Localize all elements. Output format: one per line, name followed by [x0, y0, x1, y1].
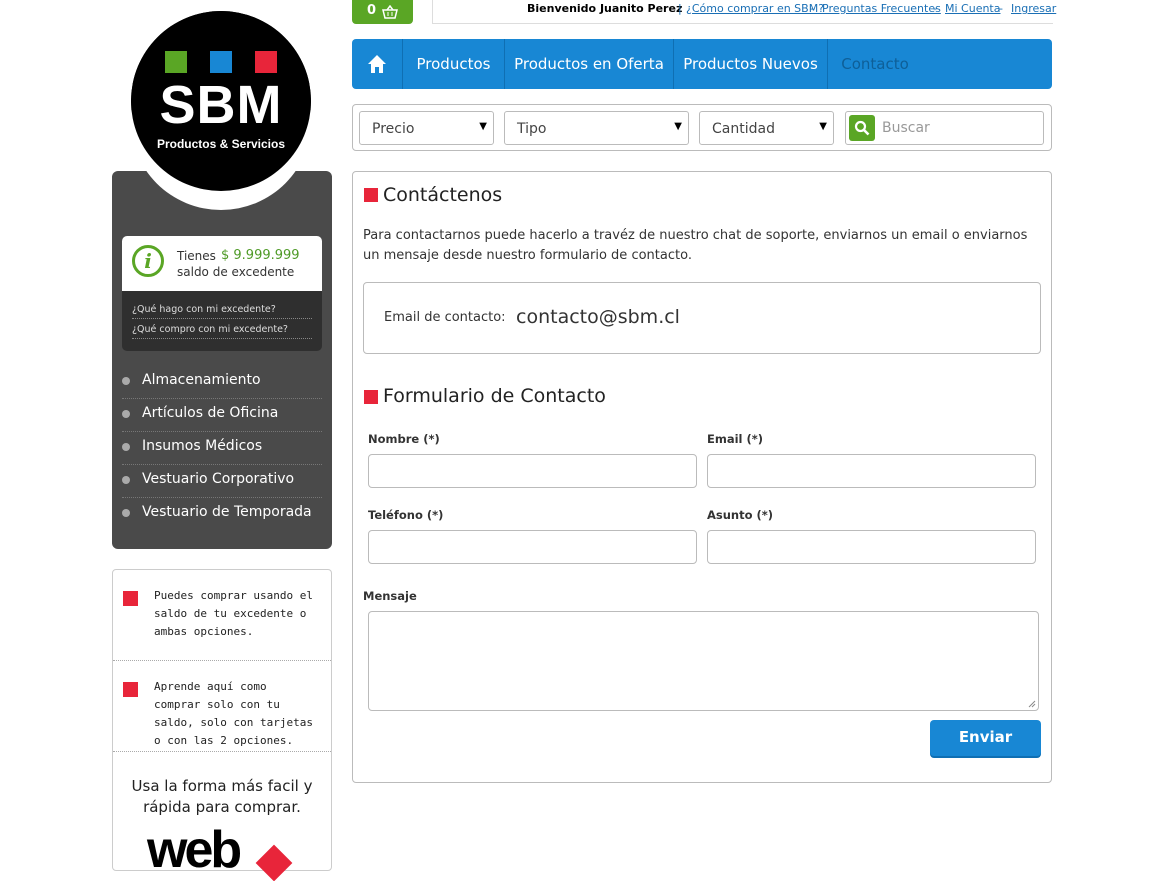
welcome-text: Bienvenido Juanito Perez	[527, 2, 683, 15]
category-label: Vestuario Corporativo	[142, 471, 295, 487]
nav-contacto[interactable]: Contacto	[828, 39, 922, 89]
nav-home[interactable]	[352, 39, 403, 89]
category-label: Vestuario de Temporada	[142, 504, 312, 520]
separator: -	[999, 2, 1003, 15]
resize-handle-icon[interactable]	[1028, 700, 1036, 708]
logo-text: SBM	[159, 75, 283, 135]
category-item[interactable]: Vestuario Corporativo	[122, 465, 322, 498]
cart-button[interactable]: 0	[352, 0, 413, 24]
contact-intro: Para contactarnos puede hacerlo a travéz…	[363, 228, 1028, 263]
select-label: Tipo	[517, 121, 547, 137]
balance-amount: $ 9.999.999	[221, 248, 300, 263]
nombre-field[interactable]	[368, 454, 697, 488]
contact-title: Contáctenos	[383, 184, 503, 206]
price-select[interactable]: Precio ▼	[359, 111, 494, 145]
filter-bar: Precio ▼ Tipo ▼ Cantidad ▼ Buscar	[352, 104, 1052, 151]
promo-item[interactable]: Aprende aquí como comprar solo con tu sa…	[113, 661, 331, 752]
search-placeholder: Buscar	[882, 120, 930, 136]
dropdown-arrow-icon: ▼	[674, 121, 682, 132]
logo-circle-overlay: SBM Productos & Servicios	[131, 11, 311, 191]
telefono-field[interactable]	[368, 530, 697, 564]
basket-icon	[382, 4, 398, 23]
bullet-icon	[122, 476, 130, 484]
cart-count: 0	[367, 3, 377, 18]
bullet-icon	[122, 410, 130, 418]
promo-text: Puedes comprar usando el saldo de tu exc…	[154, 589, 313, 638]
red-square-icon	[123, 682, 138, 697]
category-item[interactable]: Insumos Médicos	[122, 432, 322, 465]
telefono-label: Teléfono (*)	[368, 508, 444, 522]
email-field[interactable]	[707, 454, 1036, 488]
mensaje-textarea[interactable]	[368, 611, 1039, 711]
balance-sublabel: saldo de excedente	[177, 265, 295, 279]
web-logo[interactable]: web	[147, 820, 242, 880]
promo-text: Aprende aquí como comprar solo con tu sa…	[154, 680, 313, 747]
home-icon	[368, 55, 386, 73]
link-mi-cuenta[interactable]: Mi Cuenta	[945, 2, 1001, 15]
balance-link-what-to-buy[interactable]: ¿Qué compro con mi excedente?	[132, 324, 312, 339]
select-label: Cantidad	[712, 121, 775, 137]
logo-green-square	[165, 51, 187, 73]
balance-summary: i Tienes $ 9.999.999 saldo de excedente	[122, 236, 322, 291]
contact-panel: Contáctenos Para contactarnos puede hace…	[352, 171, 1052, 783]
category-label: Almacenamiento	[142, 372, 261, 388]
send-button[interactable]: Enviar	[930, 720, 1041, 756]
bullet-icon	[122, 443, 130, 451]
nav-productos-oferta[interactable]: Productos en Oferta	[505, 39, 674, 89]
link-ingresar[interactable]: Ingresar	[1011, 2, 1056, 15]
promo-cta: Usa la forma más facil y rápida para com…	[131, 777, 313, 816]
red-square-icon	[364, 188, 378, 202]
separator: -	[933, 2, 937, 15]
asunto-label: Asunto (*)	[707, 508, 774, 522]
red-square-icon	[364, 390, 378, 404]
separator: -	[810, 2, 814, 15]
search-input[interactable]: Buscar	[845, 111, 1044, 145]
balance-card: i Tienes $ 9.999.999 saldo de excedente …	[122, 236, 322, 351]
type-select[interactable]: Tipo ▼	[504, 111, 689, 145]
nav-productos-nuevos[interactable]: Productos Nuevos	[674, 39, 828, 89]
red-square-icon	[123, 591, 138, 606]
search-button[interactable]	[849, 115, 875, 141]
promo-box: Puedes comprar usando el saldo de tu exc…	[112, 569, 332, 881]
balance-label: Tienes	[177, 249, 216, 263]
info-icon: i	[132, 245, 164, 277]
bullet-icon	[122, 377, 130, 385]
logo-subtitle: Productos & Servicios	[156, 137, 286, 151]
asunto-field[interactable]	[707, 530, 1036, 564]
logo-red-square	[255, 51, 277, 73]
dropdown-arrow-icon: ▼	[479, 121, 487, 132]
form-title: Formulario de Contacto	[383, 385, 606, 407]
select-label: Precio	[372, 121, 415, 137]
top-bar: Bienvenido Juanito Perez | ¿Cómo comprar…	[432, 0, 1056, 24]
email-label: Email (*)	[707, 432, 764, 446]
balance-link-what-to-do[interactable]: ¿Qué hago con mi excedente?	[132, 304, 312, 319]
quantity-select[interactable]: Cantidad ▼	[699, 111, 834, 145]
search-icon	[854, 120, 870, 136]
nombre-label: Nombre (*)	[368, 432, 440, 446]
category-label: Artículos de Oficina	[142, 405, 279, 421]
email-contact-value[interactable]: contacto@sbm.cl	[516, 306, 680, 328]
main-nav: Productos Productos en Oferta Productos …	[352, 39, 1052, 89]
link-preguntas-frecuentes[interactable]: Preguntas Frecuentes	[822, 2, 941, 15]
dropdown-arrow-icon: ▼	[819, 121, 827, 132]
category-item[interactable]: Artículos de Oficina	[122, 399, 322, 432]
email-contact-label: Email de contacto:	[384, 310, 506, 325]
category-label: Insumos Médicos	[142, 438, 263, 454]
email-box: Email de contacto: contacto@sbm.cl	[363, 282, 1041, 354]
link-como-comprar[interactable]: ¿Cómo comprar en SBM?	[686, 2, 824, 15]
bullet-icon	[122, 509, 130, 517]
logo-blue-square	[210, 51, 232, 73]
category-item[interactable]: Vestuario de Temporada	[122, 498, 322, 530]
separator: |	[678, 2, 682, 15]
nav-productos[interactable]: Productos	[403, 39, 505, 89]
promo-item[interactable]: Puedes comprar usando el saldo de tu exc…	[113, 570, 331, 661]
category-item[interactable]: Almacenamiento	[122, 366, 322, 399]
mensaje-label: Mensaje	[363, 589, 417, 603]
